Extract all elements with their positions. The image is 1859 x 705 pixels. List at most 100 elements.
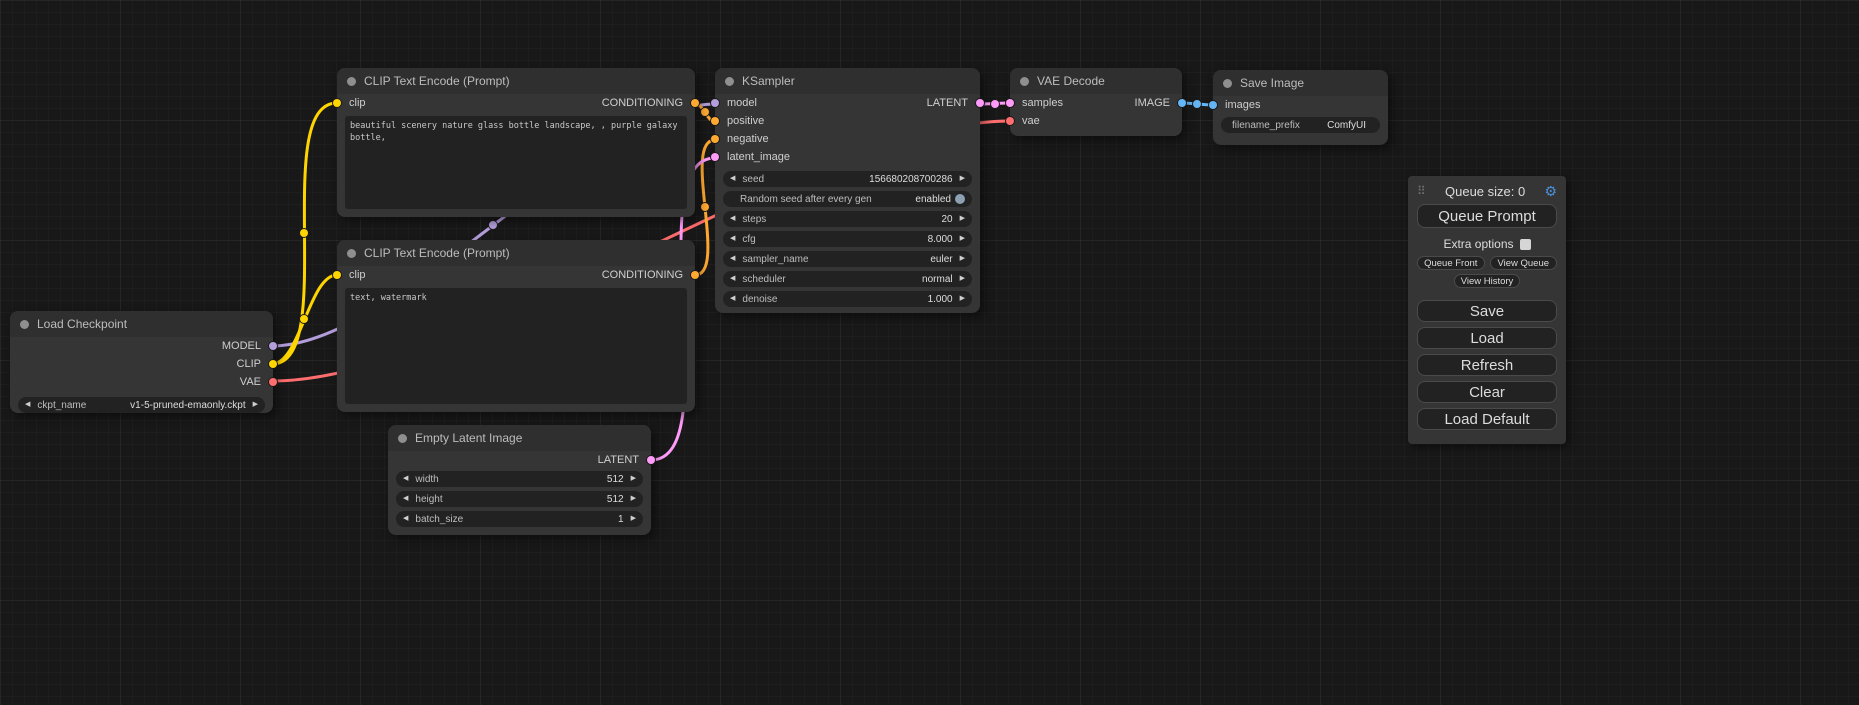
image-slot-dot[interactable] xyxy=(1209,101,1217,109)
node-vae-decode[interactable]: VAE Decode samples IMAGE vae xyxy=(1010,68,1182,136)
output-label: CLIP xyxy=(237,355,261,373)
collapse-dot-icon[interactable] xyxy=(725,77,734,86)
increment-arrow-icon[interactable]: ▶ xyxy=(631,491,636,507)
collapse-dot-icon[interactable] xyxy=(1223,79,1232,88)
conditioning-slot-dot[interactable] xyxy=(711,135,719,143)
comfyui-graph-canvas[interactable]: { "colors": { "model": "#B39DDB", "clip"… xyxy=(0,0,1859,705)
decrement-arrow-icon[interactable]: ◀ xyxy=(730,231,735,247)
latent-slot-dot[interactable] xyxy=(647,456,655,464)
settings-gear-icon[interactable]: ⚙ xyxy=(1544,183,1557,200)
node-title-bar[interactable]: Load Checkpoint xyxy=(10,311,273,337)
widget-filename-prefix[interactable]: filename_prefix ComfyUI xyxy=(1221,117,1380,133)
node-title-bar[interactable]: Empty Latent Image xyxy=(388,425,651,451)
clip-slot-dot[interactable] xyxy=(269,360,277,368)
extra-options-row: Extra options xyxy=(1417,236,1557,252)
widget-width[interactable]: ◀ width 512 ▶ xyxy=(396,471,643,487)
increment-arrow-icon[interactable]: ▶ xyxy=(631,471,636,487)
widget-ckpt-name[interactable]: ◀ ckpt_name v1-5-pruned-emaonly.ckpt ▶ xyxy=(18,397,265,413)
output-label: LATENT xyxy=(598,451,639,469)
node-title-bar[interactable]: Save Image xyxy=(1213,70,1388,96)
vae-slot-dot[interactable] xyxy=(269,378,277,386)
increment-arrow-icon[interactable]: ▶ xyxy=(631,511,636,527)
conditioning-slot-dot[interactable] xyxy=(711,117,719,125)
combo-left-arrow-icon[interactable]: ◀ xyxy=(730,251,735,267)
decrement-arrow-icon[interactable]: ◀ xyxy=(730,291,735,307)
increment-arrow-icon[interactable]: ▶ xyxy=(960,231,965,247)
decrement-arrow-icon[interactable]: ◀ xyxy=(730,211,735,227)
collapse-dot-icon[interactable] xyxy=(347,77,356,86)
combo-left-arrow-icon[interactable]: ◀ xyxy=(25,397,30,413)
input-slot-latent-image: latent_image xyxy=(715,148,980,166)
extra-options-checkbox[interactable] xyxy=(1520,239,1531,250)
input-label: negative xyxy=(727,130,769,148)
queue-front-button[interactable]: Queue Front xyxy=(1417,256,1485,270)
widget-cfg[interactable]: ◀ cfg 8.000 ▶ xyxy=(723,231,972,247)
increment-arrow-icon[interactable]: ▶ xyxy=(960,171,965,187)
widget-value: 1.000 xyxy=(928,294,953,305)
widget-sampler-name[interactable]: ◀ sampler_name euler ▶ xyxy=(723,251,972,267)
latent-slot-dot[interactable] xyxy=(1006,99,1014,107)
widget-seed[interactable]: ◀ seed 156680208700286 ▶ xyxy=(723,171,972,187)
collapse-dot-icon[interactable] xyxy=(1020,77,1029,86)
combo-right-arrow-icon[interactable]: ▶ xyxy=(960,271,965,287)
increment-arrow-icon[interactable]: ▶ xyxy=(960,291,965,307)
clip-slot-dot[interactable] xyxy=(333,271,341,279)
widget-steps[interactable]: ◀ steps 20 ▶ xyxy=(723,211,972,227)
prompt-text-input[interactable]: text, watermark xyxy=(345,288,687,404)
refresh-button[interactable]: Refresh xyxy=(1417,354,1557,376)
node-clip-text-encode-positive[interactable]: CLIP Text Encode (Prompt) clip CONDITION… xyxy=(337,68,695,217)
queue-menu-panel: ⠿ Queue size: 0 ⚙ Queue Prompt Extra opt… xyxy=(1408,176,1566,444)
widget-denoise[interactable]: ◀ denoise 1.000 ▶ xyxy=(723,291,972,307)
increment-arrow-icon[interactable]: ▶ xyxy=(960,211,965,227)
widget-random-seed-toggle[interactable]: Random seed after every gen enabled xyxy=(723,191,972,207)
load-default-button[interactable]: Load Default xyxy=(1417,408,1557,430)
model-slot-dot[interactable] xyxy=(269,342,277,350)
node-title-bar[interactable]: CLIP Text Encode (Prompt) xyxy=(337,68,695,94)
collapse-dot-icon[interactable] xyxy=(398,434,407,443)
widget-label: sampler_name xyxy=(742,254,808,265)
decrement-arrow-icon[interactable]: ◀ xyxy=(403,511,408,527)
conditioning-slot-dot[interactable] xyxy=(691,271,699,279)
toggle-knob-icon[interactable] xyxy=(955,194,965,204)
node-save-image[interactable]: Save Image images filename_prefix ComfyU… xyxy=(1213,70,1388,145)
node-empty-latent-image[interactable]: Empty Latent Image LATENT ◀ width 512 ▶ … xyxy=(388,425,651,535)
node-title-bar[interactable]: CLIP Text Encode (Prompt) xyxy=(337,240,695,266)
clear-button[interactable]: Clear xyxy=(1417,381,1557,403)
vae-slot-dot[interactable] xyxy=(1006,117,1014,125)
decrement-arrow-icon[interactable]: ◀ xyxy=(403,491,408,507)
node-clip-text-encode-negative[interactable]: CLIP Text Encode (Prompt) clip CONDITION… xyxy=(337,240,695,412)
node-title-bar[interactable]: VAE Decode xyxy=(1010,68,1182,94)
model-slot-dot[interactable] xyxy=(711,99,719,107)
decrement-arrow-icon[interactable]: ◀ xyxy=(730,171,735,187)
widget-scheduler[interactable]: ◀ scheduler normal ▶ xyxy=(723,271,972,287)
combo-right-arrow-icon[interactable]: ▶ xyxy=(253,397,258,413)
widget-height[interactable]: ◀ height 512 ▶ xyxy=(396,491,643,507)
save-button[interactable]: Save xyxy=(1417,300,1557,322)
latent-slot-dot[interactable] xyxy=(711,153,719,161)
node-load-checkpoint[interactable]: Load Checkpoint MODEL CLIP VAE ◀ ckpt_na… xyxy=(10,311,273,413)
load-button[interactable]: Load xyxy=(1417,327,1557,349)
node-title-bar[interactable]: KSampler xyxy=(715,68,980,94)
node-body: model LATENT positive negative latent_im… xyxy=(715,94,980,307)
output-label: CONDITIONING xyxy=(602,266,683,284)
conditioning-slot-dot[interactable] xyxy=(691,99,699,107)
queue-prompt-button[interactable]: Queue Prompt xyxy=(1417,204,1557,228)
view-history-button[interactable]: View History xyxy=(1454,274,1520,288)
widget-label: steps xyxy=(742,214,766,225)
latent-slot-dot[interactable] xyxy=(976,99,984,107)
image-slot-dot[interactable] xyxy=(1178,99,1186,107)
view-queue-button[interactable]: View Queue xyxy=(1490,256,1558,270)
widget-label: batch_size xyxy=(415,514,463,525)
widget-batch-size[interactable]: ◀ batch_size 1 ▶ xyxy=(396,511,643,527)
combo-right-arrow-icon[interactable]: ▶ xyxy=(960,251,965,267)
decrement-arrow-icon[interactable]: ◀ xyxy=(403,471,408,487)
input-label: model xyxy=(727,94,757,112)
prompt-text-input[interactable]: beautiful scenery nature glass bottle la… xyxy=(345,116,687,209)
combo-left-arrow-icon[interactable]: ◀ xyxy=(730,271,735,287)
node-ksampler[interactable]: KSampler model LATENT positive negative … xyxy=(715,68,980,313)
drag-handle-icon[interactable]: ⠿ xyxy=(1417,184,1426,198)
collapse-dot-icon[interactable] xyxy=(347,249,356,258)
spacer xyxy=(1417,292,1557,300)
collapse-dot-icon[interactable] xyxy=(20,320,29,329)
clip-slot-dot[interactable] xyxy=(333,99,341,107)
